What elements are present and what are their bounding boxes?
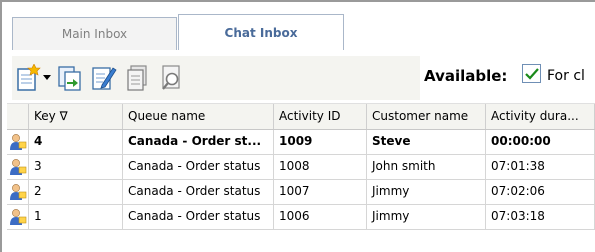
column-header-queue-name[interactable]: Queue name — [123, 104, 274, 129]
column-header-customer-name[interactable]: Customer name — [367, 104, 486, 129]
column-header-key[interactable]: Key ∇ — [29, 104, 123, 129]
cell-key: 3 — [29, 155, 123, 179]
cell-key: 4 — [29, 130, 123, 154]
table-row[interactable]: 1 Canada - Order status 1006 Jimmy 07:03… — [7, 205, 595, 230]
grid-header: Key ∇ Queue name Activity ID Customer na… — [7, 103, 595, 130]
cell-queue-name: Canada - Order status — [123, 180, 274, 204]
cell-customer-name: John smith — [367, 155, 486, 179]
cell-activity-id: 1008 — [274, 155, 367, 179]
available-label: Available: — [424, 67, 508, 85]
row-icon-cell — [7, 205, 29, 229]
column-header-activity-id[interactable]: Activity ID — [274, 104, 367, 129]
cell-customer-name: Steve — [367, 130, 486, 154]
available-checkbox[interactable] — [522, 64, 541, 83]
activity-grid: Key ∇ Queue name Activity ID Customer na… — [7, 103, 595, 230]
cell-activity-duration: 00:00:00 — [486, 130, 595, 154]
tab-main-inbox[interactable]: Main Inbox — [12, 17, 177, 50]
dropdown-arrow-icon[interactable] — [40, 63, 54, 93]
cell-activity-id: 1006 — [274, 205, 367, 229]
cell-activity-duration: 07:02:06 — [486, 180, 595, 204]
search-document-icon[interactable] — [158, 63, 186, 93]
cell-activity-id: 1007 — [274, 180, 367, 204]
cell-queue-name: Canada - Order st... — [123, 130, 274, 154]
column-header-icon — [7, 104, 29, 129]
chat-person-icon — [10, 184, 27, 200]
tab-strip: Main Inbox Chat Inbox — [2, 2, 595, 51]
available-option-label: For cl — [547, 68, 585, 84]
chat-person-icon — [10, 159, 27, 175]
cell-activity-id: 1009 — [274, 130, 367, 154]
transfer-icon[interactable] — [56, 63, 84, 93]
cell-queue-name: Canada - Order status — [123, 155, 274, 179]
row-icon-cell — [7, 180, 29, 204]
cell-queue-name: Canada - Order status — [123, 205, 274, 229]
table-row[interactable]: 3 Canada - Order status 1008 John smith … — [7, 155, 595, 180]
toolbar-button-group — [12, 56, 420, 100]
cell-activity-duration: 07:01:38 — [486, 155, 595, 179]
row-icon-cell — [7, 155, 29, 179]
cell-activity-duration: 07:03:18 — [486, 205, 595, 229]
checkmark-icon — [524, 67, 539, 80]
tab-chat-inbox[interactable]: Chat Inbox — [178, 14, 344, 51]
chat-person-icon — [10, 134, 27, 150]
cell-key: 1 — [29, 205, 123, 229]
application-window: Main Inbox Chat Inbox Available: For cl … — [0, 0, 595, 252]
cell-key: 2 — [29, 180, 123, 204]
edit-icon[interactable] — [90, 63, 118, 93]
toolbar: Available: For cl — [2, 50, 595, 102]
table-row[interactable]: 2 Canada - Order status 1007 Jimmy 07:02… — [7, 180, 595, 205]
document-icon[interactable] — [124, 63, 152, 93]
new-document-icon[interactable] — [14, 63, 42, 93]
cell-customer-name: Jimmy — [367, 180, 486, 204]
cell-customer-name: Jimmy — [367, 205, 486, 229]
column-header-activity-duration[interactable]: Activity dura... — [486, 104, 595, 129]
table-row[interactable]: 4 Canada - Order st... 1009 Steve 00:00:… — [7, 130, 595, 155]
chat-person-icon — [10, 209, 27, 225]
row-icon-cell — [7, 130, 29, 154]
